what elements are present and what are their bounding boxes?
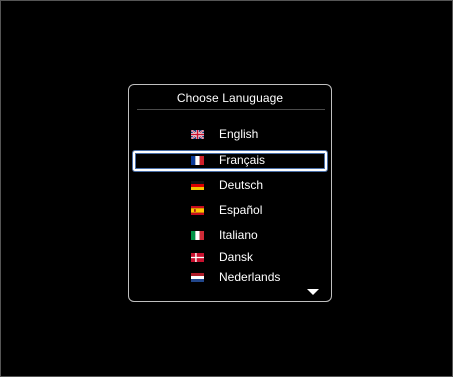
title-divider <box>137 109 325 110</box>
language-label: English <box>219 127 259 141</box>
italy-flag-icon <box>191 231 204 240</box>
language-option-espanol[interactable]: Español <box>133 201 327 221</box>
netherlands-flag-icon <box>191 273 204 282</box>
france-flag-icon <box>191 156 204 165</box>
language-option-francais[interactable]: Français <box>133 151 327 171</box>
language-dialog: Choose Lanuguage English Français Deutsc… <box>128 84 332 302</box>
uk-flag-icon <box>191 130 204 139</box>
language-label: Nederlands <box>219 270 281 284</box>
language-option-dansk[interactable]: Dansk <box>133 248 327 268</box>
spain-flag-icon <box>191 206 204 215</box>
germany-flag-icon <box>191 181 204 190</box>
denmark-flag-icon <box>191 253 204 262</box>
chevron-down-icon[interactable] <box>307 289 319 295</box>
language-option-italiano[interactable]: Italiano <box>133 226 327 246</box>
language-option-deutsch[interactable]: Deutsch <box>133 176 327 196</box>
language-option-english[interactable]: English <box>133 125 327 145</box>
language-label: Deutsch <box>219 178 264 192</box>
language-label: Español <box>219 203 263 217</box>
language-option-nederlands[interactable]: Nederlands <box>133 268 327 288</box>
dialog-title: Choose Lanuguage <box>176 91 284 105</box>
language-label: Français <box>219 153 266 167</box>
language-label: Dansk <box>219 250 254 264</box>
screen-frame: Choose Lanuguage English Français Deutsc… <box>0 0 453 377</box>
language-label: Italiano <box>219 228 258 242</box>
